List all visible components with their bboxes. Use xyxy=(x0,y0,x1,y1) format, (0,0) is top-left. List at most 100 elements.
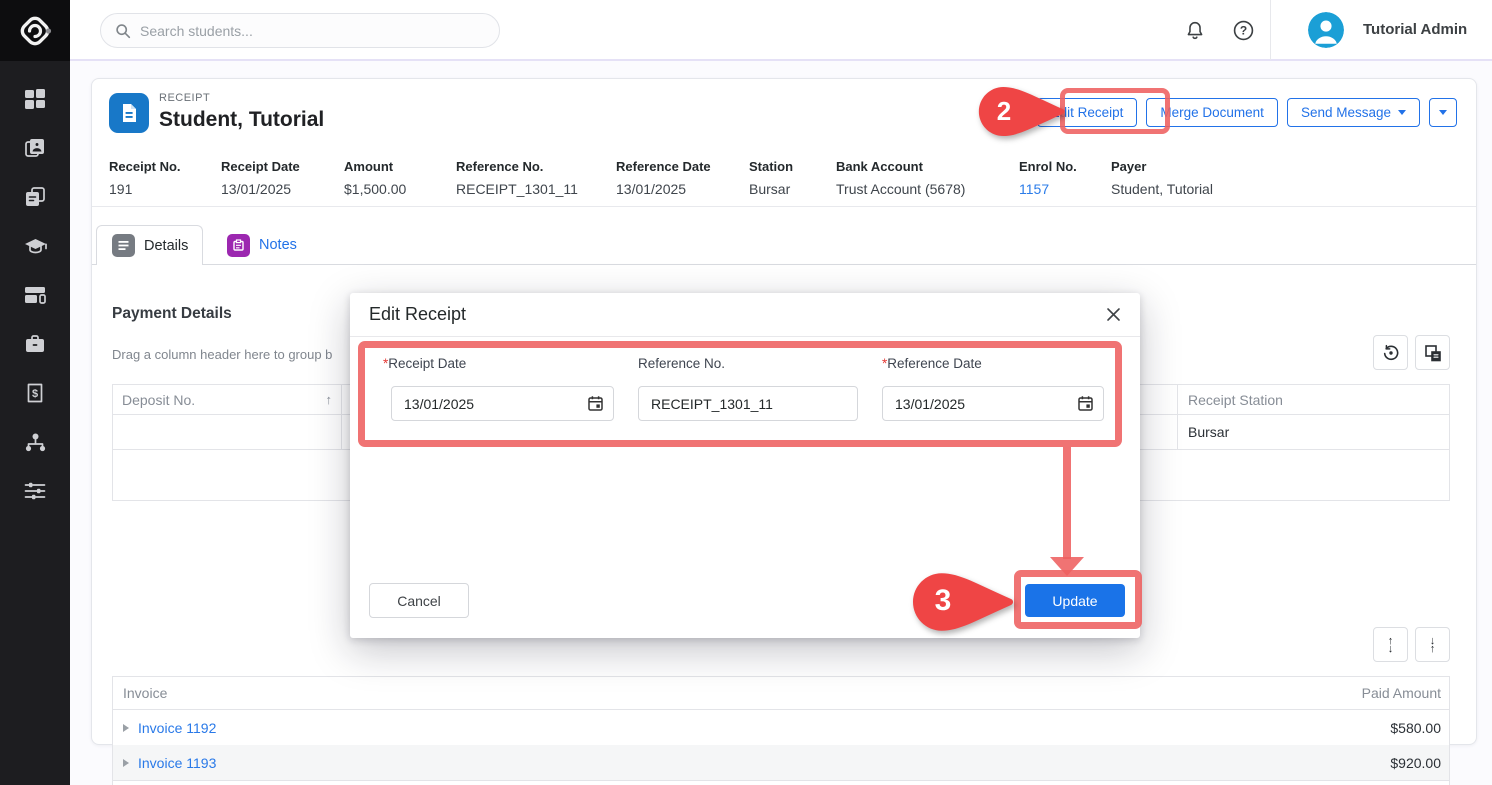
cancel-button[interactable]: Cancel xyxy=(369,583,469,618)
tab-notes-label: Notes xyxy=(259,237,297,253)
sliders-icon xyxy=(24,480,46,502)
graduation-cap-icon xyxy=(24,235,47,257)
field-value: $1,500.00 xyxy=(344,181,446,197)
enrol-no-link[interactable]: 1157 xyxy=(1019,181,1101,197)
reference-no-label: Reference No. xyxy=(638,356,725,371)
field-label: Receipt No. xyxy=(109,159,211,174)
sidebar-item-settings[interactable] xyxy=(0,480,70,502)
tab-details-label: Details xyxy=(144,238,188,254)
calendar-icon[interactable] xyxy=(587,395,604,412)
sidebar-item-billing[interactable]: $ xyxy=(0,382,70,404)
paid-amount-cell: $920.00 xyxy=(1149,755,1449,771)
calendar-icon[interactable] xyxy=(1077,395,1094,412)
expand-row-icon[interactable] xyxy=(123,724,129,732)
divider xyxy=(92,206,1476,207)
sidebar-item-briefcase[interactable] xyxy=(0,333,70,355)
column-header-label: Deposit No. xyxy=(122,392,195,408)
topbar: ? Tutorial Admin xyxy=(70,0,1492,61)
field-value: 191 xyxy=(109,181,211,197)
invoice-link[interactable]: Invoice 1192 xyxy=(138,720,216,736)
more-actions-button[interactable] xyxy=(1429,98,1457,127)
receipt-badge xyxy=(109,93,149,133)
close-button[interactable] xyxy=(1106,307,1121,322)
reference-date-input[interactable] xyxy=(882,386,1104,421)
invoice-link[interactable]: Invoice 1193 xyxy=(138,755,216,771)
help-icon: ? xyxy=(1232,19,1255,42)
column-header-deposit-no[interactable]: Deposit No. ↑ xyxy=(113,385,342,414)
send-message-label: Send Message xyxy=(1301,105,1391,120)
modal-header: Edit Receipt xyxy=(350,293,1140,337)
chevron-down-icon xyxy=(1398,110,1406,115)
collapse-all-icon: ↓↑ xyxy=(1430,637,1436,653)
cell-deposit-no xyxy=(113,415,342,449)
bell-icon xyxy=(1184,19,1206,42)
user-avatar-icon xyxy=(1308,12,1344,48)
reference-no-input[interactable] xyxy=(638,386,858,421)
sidebar-item-layout[interactable] xyxy=(0,284,70,306)
column-header-paid-amount[interactable]: Paid Amount xyxy=(1149,685,1449,701)
relations-icon xyxy=(24,431,47,453)
column-header-invoice[interactable]: Invoice xyxy=(113,685,1149,701)
sort-ascending-icon[interactable]: ↑ xyxy=(326,392,333,407)
edit-receipt-label: Edit Receipt xyxy=(1051,105,1124,120)
receipt-date-label: *Receipt Date xyxy=(383,356,466,371)
tab-notes[interactable]: Notes xyxy=(212,225,312,265)
sidebar-item-documents[interactable] xyxy=(0,186,70,208)
field-label: Payer xyxy=(1111,159,1213,174)
avatar[interactable] xyxy=(1308,12,1344,48)
help-button[interactable]: ? xyxy=(1230,17,1256,43)
app-logo[interactable] xyxy=(0,0,70,61)
field-label: Reference No. xyxy=(638,356,725,371)
sidebar-item-education[interactable] xyxy=(0,235,70,257)
column-header-label: Paid Amount xyxy=(1362,685,1441,701)
receipt-meta-row: Receipt No.191 Receipt Date13/01/2025 Am… xyxy=(109,159,1466,197)
tab-details[interactable]: Details xyxy=(96,225,203,265)
notifications-button[interactable] xyxy=(1182,17,1208,43)
sidebar-item-relations[interactable] xyxy=(0,431,70,453)
field-label: Station xyxy=(749,159,826,174)
field-value: Trust Account (5678) xyxy=(836,181,1009,197)
paid-amount-cell: $580.00 xyxy=(1149,720,1449,736)
column-header-receipt-station[interactable]: Receipt Station xyxy=(1178,385,1449,414)
table-row[interactable]: Invoice 1193 $920.00 xyxy=(113,745,1449,780)
update-button[interactable]: Update xyxy=(1025,584,1125,617)
expand-all-button[interactable]: ↑↓ xyxy=(1373,627,1408,662)
field-label: Receipt Date xyxy=(388,356,466,371)
cell-receipt-station: Bursar xyxy=(1178,415,1449,449)
expand-row-icon[interactable] xyxy=(123,759,129,767)
table-header-row: Invoice Paid Amount xyxy=(113,677,1449,710)
field-value: Bursar xyxy=(749,181,826,197)
field-value: 13/01/2025 xyxy=(616,181,739,197)
close-icon xyxy=(1106,307,1121,322)
refresh-history-icon xyxy=(1382,344,1400,362)
chevron-down-icon xyxy=(1439,110,1447,115)
search-input[interactable] xyxy=(140,23,470,39)
merge-document-button[interactable]: Merge Document xyxy=(1146,98,1278,127)
topbar-divider xyxy=(1270,0,1271,60)
sidebar-item-contacts[interactable] xyxy=(0,137,70,159)
refresh-button[interactable] xyxy=(1373,335,1408,370)
column-header-label: Receipt Station xyxy=(1188,392,1283,408)
column-chooser-button[interactable] xyxy=(1415,335,1450,370)
table-total-row: $1,500.00 xyxy=(113,780,1449,785)
field-label: Enrol No. xyxy=(1019,159,1101,174)
collapse-all-button[interactable]: ↓↑ xyxy=(1415,627,1450,662)
record-type-label: RECEIPT xyxy=(159,92,210,104)
table-row[interactable]: Invoice 1192 $580.00 xyxy=(113,710,1449,745)
column-chooser-icon xyxy=(1424,344,1442,362)
send-message-button[interactable]: Send Message xyxy=(1287,98,1420,127)
search-box[interactable] xyxy=(100,13,500,48)
svg-text:$: $ xyxy=(32,388,38,400)
field-value: RECEIPT_1301_11 xyxy=(456,181,606,197)
edit-receipt-button[interactable]: Edit Receipt xyxy=(1037,98,1138,127)
receipt-date-input[interactable] xyxy=(391,386,614,421)
field-label: Bank Account xyxy=(836,159,1009,174)
group-by-hint: Drag a column header here to group b xyxy=(112,347,332,362)
sidebar-item-dashboard[interactable] xyxy=(0,88,70,110)
field-label: Reference Date xyxy=(887,356,982,371)
field-label: Reference No. xyxy=(456,159,606,174)
notes-tab-icon xyxy=(227,234,250,257)
svg-text:?: ? xyxy=(1239,23,1246,37)
field-label: Reference Date xyxy=(616,159,739,174)
payment-allocation-table: Invoice Paid Amount Invoice 1192 $580.00… xyxy=(112,676,1450,785)
